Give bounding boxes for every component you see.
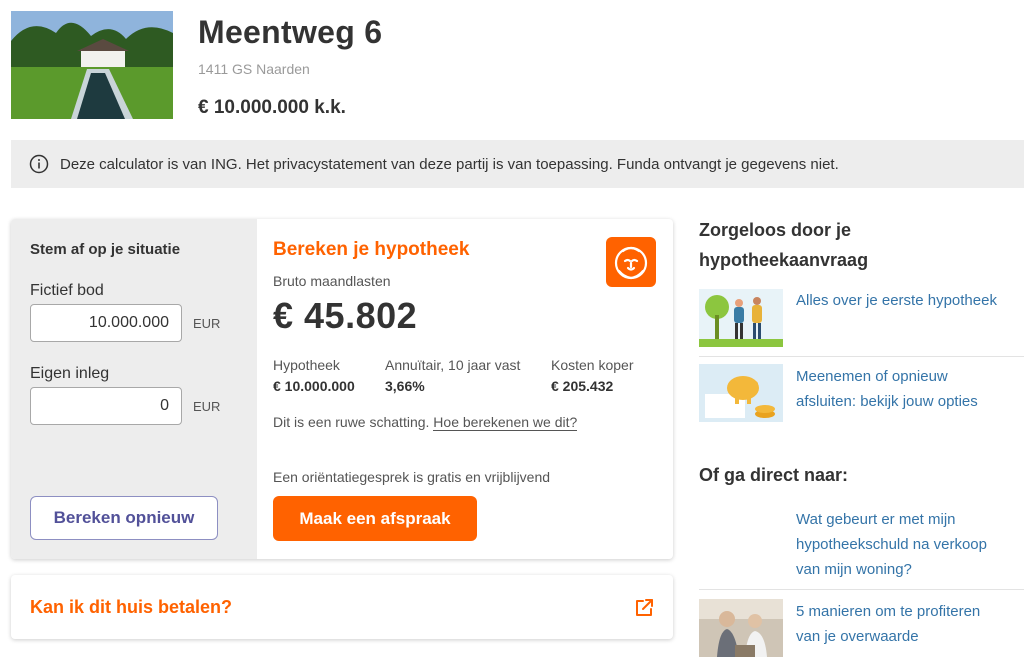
estimate-note: Dit is een ruwe schatting. Hoe berekenen… <box>273 414 578 431</box>
people-walking-illustration <box>699 289 783 347</box>
own-funds-label: Eigen inleg <box>30 365 110 382</box>
sale-debt-link-line1: Wat gebeurt er met mijn <box>796 511 956 528</box>
estimate-text: Dit is een ruwe schatting. <box>273 414 430 430</box>
mortgage-calculator: Stem af op je situatie Fictief bod EUR E… <box>11 219 673 559</box>
sale-debt-link[interactable]: Wat gebeurt er met mijn hypotheekschuld … <box>796 507 987 582</box>
property-price: € 10.000.000 k.k. <box>198 97 346 118</box>
equity-illustration[interactable] <box>699 599 783 657</box>
sidebar-divider <box>699 356 1024 357</box>
sidebar-heading-care: Zorgeloos door je hypotheekaanvraag <box>699 215 868 275</box>
refinance-link-line1: Meenemen of opnieuw <box>796 368 948 385</box>
external-link-icon <box>636 599 653 616</box>
property-title: Meentweg 6 <box>198 14 383 50</box>
situation-heading: Stem af op je situatie <box>30 241 181 258</box>
sidebar-divider <box>699 589 1024 590</box>
own-funds-unit: EUR <box>193 399 221 414</box>
sidebar-heading-direct: Of ga direct naar: <box>699 465 849 485</box>
equity-link-line2: van je overwaarde <box>796 628 919 645</box>
interest-label: Annuïtair, 10 jaar vast <box>385 357 521 373</box>
affordability-label: Kan ik dit huis betalen? <box>30 597 233 617</box>
property-address: 1411 GS Naarden <box>198 61 310 77</box>
bid-label: Fictief bod <box>30 282 104 299</box>
first-mortgage-link[interactable]: Alles over je eerste hypotheek <box>796 288 997 313</box>
buyer-costs-label: Kosten koper <box>551 357 634 373</box>
interest-value: 3,66% <box>385 378 425 394</box>
couple-photo <box>699 599 783 657</box>
mortgage-label: Hypotheek <box>273 357 340 373</box>
affordability-card[interactable]: Kan ik dit huis betalen? <box>11 575 673 639</box>
privacy-notice-text: Deze calculator is van ING. Het privacys… <box>60 155 839 173</box>
recalculate-button[interactable]: Bereken opnieuw <box>30 496 218 540</box>
buyer-costs-value: € 205.432 <box>551 378 614 394</box>
equity-link[interactable]: 5 manieren om te profiteren van je overw… <box>796 599 980 649</box>
monthly-label: Bruto maandlasten <box>273 273 391 289</box>
refinance-illustration[interactable] <box>699 364 783 422</box>
info-icon <box>29 154 49 174</box>
make-appointment-button[interactable]: Maak een afspraak <box>273 496 477 541</box>
property-photo-image <box>11 11 173 119</box>
ing-lion-icon <box>606 237 656 287</box>
sidebar-heading-care-line1: Zorgeloos door je <box>699 220 852 240</box>
sale-debt-link-line2: hypotheekschuld na verkoop <box>796 536 987 553</box>
refinance-link-line2: afsluiten: bekijk jouw opties <box>796 393 978 410</box>
orientation-text: Een oriëntatiegesprek is gratis en vrijb… <box>273 469 551 485</box>
bid-unit: EUR <box>193 316 221 331</box>
how-calculated-link[interactable]: Hoe berekenen we dit? <box>433 414 578 431</box>
property-photo[interactable] <box>11 11 173 119</box>
equity-link-line1: 5 manieren om te profiteren <box>796 603 981 620</box>
calculator-heading: Bereken je hypotheek <box>273 239 470 260</box>
situation-panel: Stem af op je situatie Fictief bod EUR E… <box>11 219 257 559</box>
mortgage-value: € 10.000.000 <box>273 378 355 394</box>
piggy-bank-illustration <box>699 364 783 422</box>
bid-input[interactable] <box>30 304 182 342</box>
refinance-link[interactable]: Meenemen of opnieuw afsluiten: bekijk jo… <box>796 364 978 414</box>
first-mortgage-illustration[interactable] <box>699 289 783 347</box>
monthly-amount: € 45.802 <box>273 295 418 336</box>
own-funds-input[interactable] <box>30 387 182 425</box>
privacy-notice: Deze calculator is van ING. Het privacys… <box>11 140 1024 188</box>
sale-debt-link-line3: van mijn woning? <box>796 561 912 578</box>
sidebar-heading-care-line2: hypotheekaanvraag <box>699 250 869 270</box>
